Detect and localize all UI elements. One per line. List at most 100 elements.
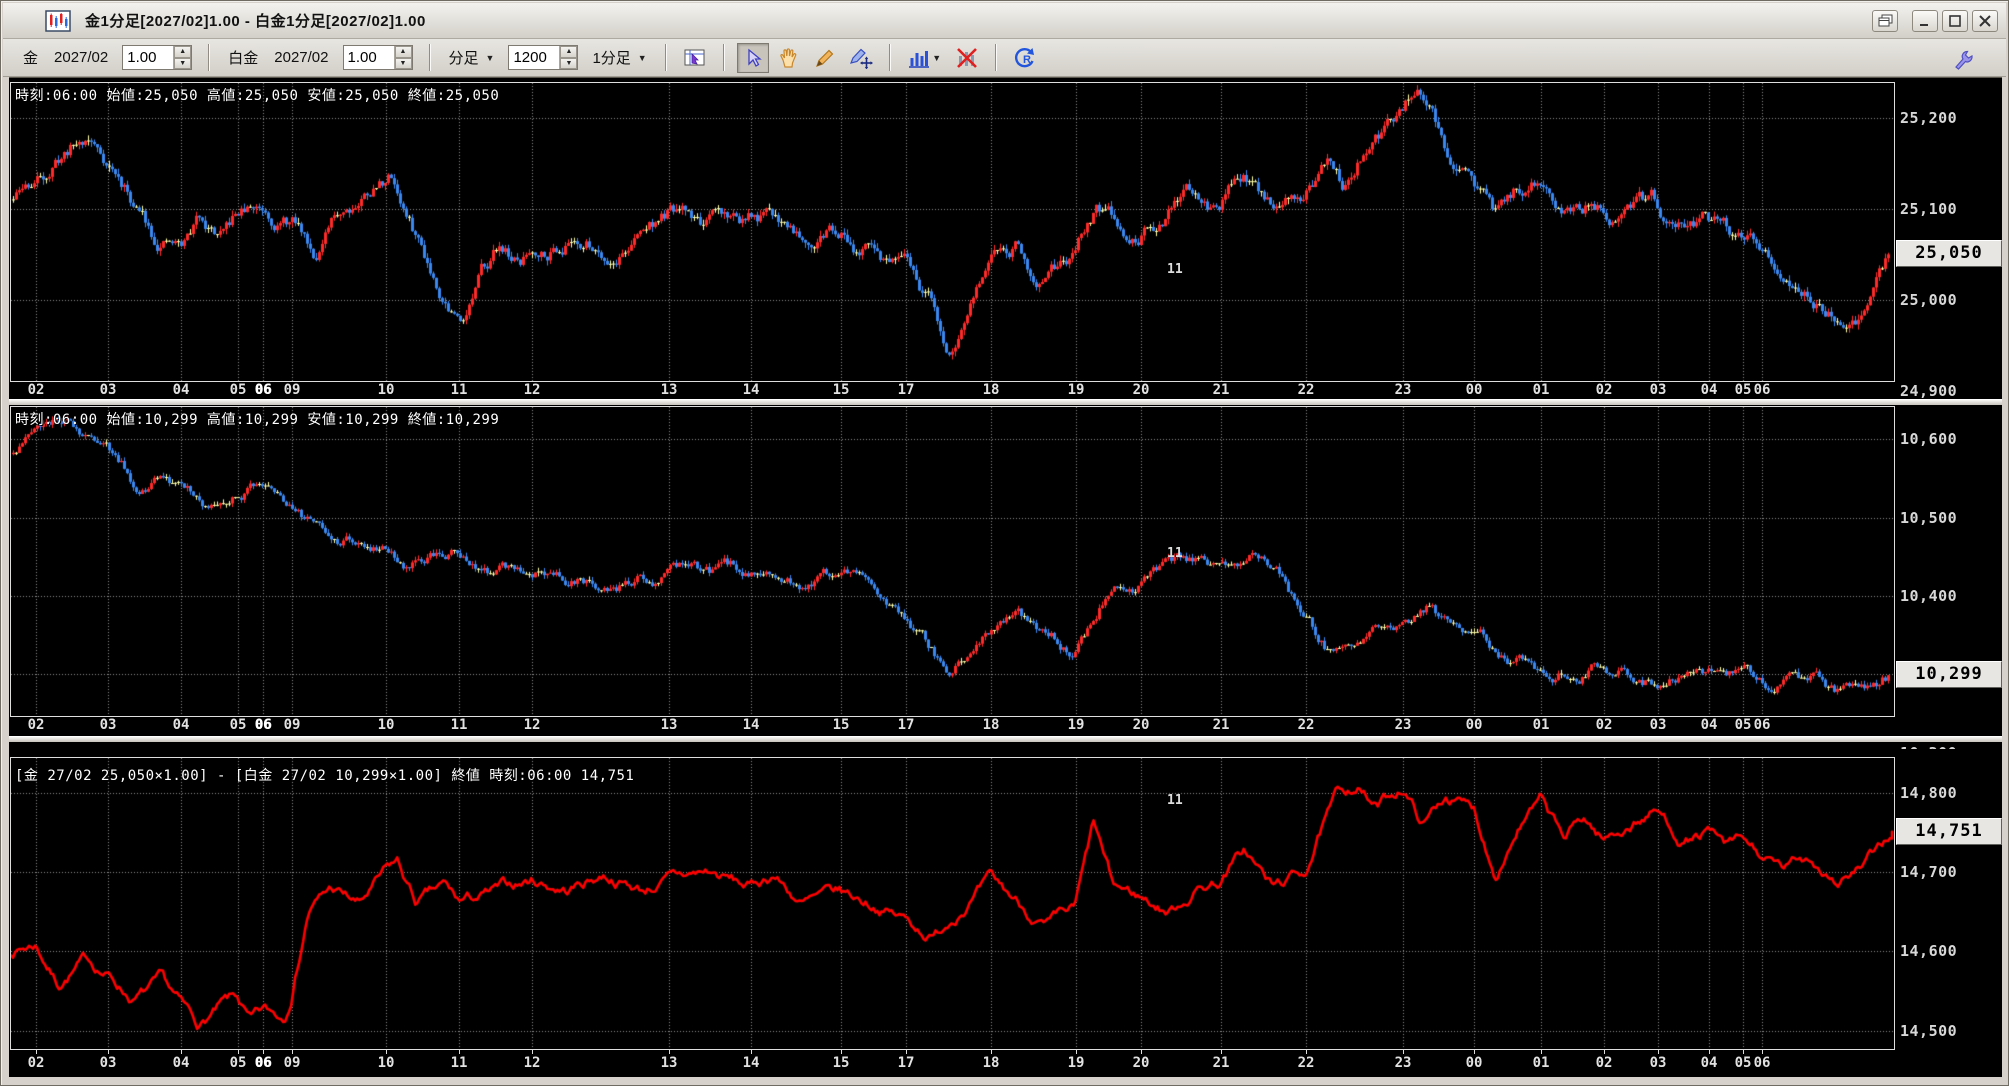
- x-axis-tick-label: 10: [377, 717, 395, 733]
- x-axis-tick-label: 10: [377, 382, 395, 398]
- x-axis-tick-label: 04: [1700, 1055, 1718, 1071]
- chart-window-icon: [45, 9, 71, 32]
- minimize-icon: [1920, 23, 1928, 26]
- refresh-cr-icon: R: [1014, 47, 1034, 67]
- x-axis-tick-mark: [1306, 1049, 1307, 1054]
- chevron-down-icon: ▼: [637, 52, 647, 63]
- x-axis-tick-mark: [1141, 1049, 1142, 1054]
- panel-platinum-candles: 時刻:06:00 始値:10,299 高値:10,299 安値:10,299 終…: [9, 405, 2002, 749]
- x-axis-tick-label: 05: [1734, 717, 1752, 733]
- settings-wrench-icon: [1955, 50, 1973, 70]
- x-axis-tick-label: 03: [99, 717, 117, 733]
- cascade-windows-button[interactable]: [1872, 9, 1898, 32]
- x-axis-tick-mark: [1658, 1049, 1659, 1054]
- x-axis-tick-label: 19: [1067, 717, 1085, 733]
- x-axis-tick-mark: [532, 1049, 533, 1054]
- panel-separator: [9, 399, 2002, 405]
- x-axis-tick-mark: [36, 1049, 37, 1054]
- x-axis-tick-label: 02: [1595, 1055, 1613, 1071]
- x-axis-tick-label: 15: [832, 717, 850, 733]
- x-axis-tick-label: 22: [1297, 1055, 1315, 1071]
- pan-hand-button[interactable]: [773, 43, 805, 73]
- toolbar: 金 2027/02 ▲▼ 白金 2027/02 ▲▼ 分足▼ ▲▼ 1分足▼: [3, 39, 2006, 77]
- panel-spread-line: [金 27/02 25,050×1.00] - [白金 27/02 10,299…: [9, 749, 2002, 1077]
- panel-gold-candles: 時刻:06:00 始値:25,050 高値:25,050 安値:25,050 終…: [9, 78, 2002, 405]
- x-axis-tick-label: 02: [27, 1055, 45, 1071]
- x-axis-tick-label: 09: [283, 1055, 301, 1071]
- timeframe-dropdown[interactable]: 1分足 ▼: [592, 47, 646, 68]
- bar-count-down-button[interactable]: ▼: [560, 57, 578, 69]
- chart-region: 時刻:06:00 始値:25,050 高値:25,050 安値:25,050 終…: [9, 77, 2002, 1077]
- platinum-multiplier-down-button[interactable]: ▼: [394, 57, 412, 69]
- platinum-multiplier-input: ▲▼: [342, 45, 413, 70]
- x-axis-tick-label: 18: [982, 382, 1000, 398]
- x-axis-tick-mark: [108, 1049, 109, 1054]
- platinum-multiplier-up-button[interactable]: ▲: [394, 46, 412, 58]
- x-axis-tick-label: 06: [1753, 717, 1771, 733]
- y-axis-tick-label: 25,200: [1900, 109, 1958, 127]
- marker-crosshair-button[interactable]: [845, 43, 877, 73]
- minimize-button[interactable]: [1912, 9, 1938, 32]
- bar-count-up-button[interactable]: ▲: [560, 46, 578, 58]
- select-cursor-button[interactable]: [736, 42, 769, 73]
- x-axis-tick-label: 19: [1067, 1055, 1085, 1071]
- x-axis-tick-label: 09: [283, 717, 301, 733]
- close-icon: [1979, 14, 1991, 27]
- platinum-ohlc-info: 時刻:06:00 始値:10,299 高値:10,299 安値:10,299 終…: [15, 412, 500, 428]
- x-axis-tick-label: 04: [172, 1055, 190, 1071]
- x-axis-tick-mark: [1604, 1049, 1605, 1054]
- x-axis-tick-label: 18: [982, 717, 1000, 733]
- gold-last-price-badge: 25,050: [1896, 240, 2002, 267]
- x-axis-tick-mark: [1709, 1049, 1710, 1054]
- close-button[interactable]: [1972, 9, 1998, 32]
- gold-multiplier-up-button[interactable]: ▲: [174, 46, 192, 58]
- y-axis-tick-label: 14,500: [1900, 1022, 1958, 1040]
- x-axis-tick-label: 05: [1734, 1055, 1752, 1071]
- gold-multiplier-value[interactable]: [123, 46, 174, 69]
- clear-drawings-button[interactable]: [951, 43, 983, 73]
- toolbar-separator: [664, 44, 667, 71]
- x-axis-tick-label: 05: [1734, 382, 1752, 398]
- draw-pencil-button[interactable]: [809, 43, 841, 73]
- bar-count-value[interactable]: [509, 46, 560, 69]
- x-axis-tick-label: 05: [229, 1055, 247, 1071]
- x-axis-tick-label: 02: [27, 717, 45, 733]
- x-axis-tick-label: 11: [450, 382, 468, 398]
- x-axis-tick-mark: [906, 1049, 907, 1054]
- platinum-multiplier-value[interactable]: [343, 46, 394, 69]
- interval-type-dropdown[interactable]: 分足 ▼: [449, 47, 495, 68]
- spread-line-chart-canvas[interactable]: [11, 758, 1894, 1049]
- refresh-button[interactable]: R: [1009, 43, 1041, 73]
- titlebar[interactable]: 金1分足[2027/02]1.00 - 白金1分足[2027/02]1.00: [3, 3, 2006, 39]
- maximize-button[interactable]: [1942, 9, 1968, 32]
- x-axis-tick-label: 15: [832, 1055, 850, 1071]
- x-axis-tick-mark: [1762, 1049, 1763, 1054]
- x-axis-tick-label: 06: [254, 717, 272, 733]
- x-axis-tick-label: 00: [1465, 382, 1483, 398]
- x-axis-tick-mark: [1743, 1049, 1744, 1054]
- x-axis-tick-mark: [1076, 1049, 1077, 1054]
- gold-candle-chart-canvas[interactable]: [11, 83, 1894, 381]
- x-axis-tick-mark: [991, 1049, 992, 1054]
- x-axis-tick-label: 05: [229, 382, 247, 398]
- x-axis-tick-label: 17: [897, 382, 915, 398]
- settings-wrench-button[interactable]: [1948, 43, 1980, 73]
- gold-contract[interactable]: 2027/02: [54, 49, 108, 66]
- y-axis-tick-label: 24,900: [1900, 382, 1958, 400]
- chart-style-button[interactable]: ▼: [903, 43, 947, 73]
- x-axis-tick-label: 14: [742, 382, 760, 398]
- x-axis-tick-label: 05: [229, 717, 247, 733]
- platinum-candle-chart-canvas[interactable]: [11, 407, 1894, 716]
- window-title: 金1分足[2027/02]1.00 - 白金1分足[2027/02]1.00: [85, 13, 426, 30]
- gold-multiplier-down-button[interactable]: ▼: [174, 57, 192, 69]
- x-axis-tick-label: 21: [1212, 382, 1230, 398]
- date-label: 11: [1167, 546, 1183, 561]
- toolbar-separator: [722, 44, 725, 71]
- platinum-last-price-badge: 10,299: [1896, 661, 2002, 688]
- x-axis-tick-label: 11: [450, 1055, 468, 1071]
- x-axis-tick-label: 02: [1595, 717, 1613, 733]
- gold-label: 金: [23, 50, 39, 67]
- x-axis-tick-label: 20: [1132, 717, 1150, 733]
- platinum-contract[interactable]: 2027/02: [274, 49, 328, 66]
- data-window-button[interactable]: [679, 43, 711, 73]
